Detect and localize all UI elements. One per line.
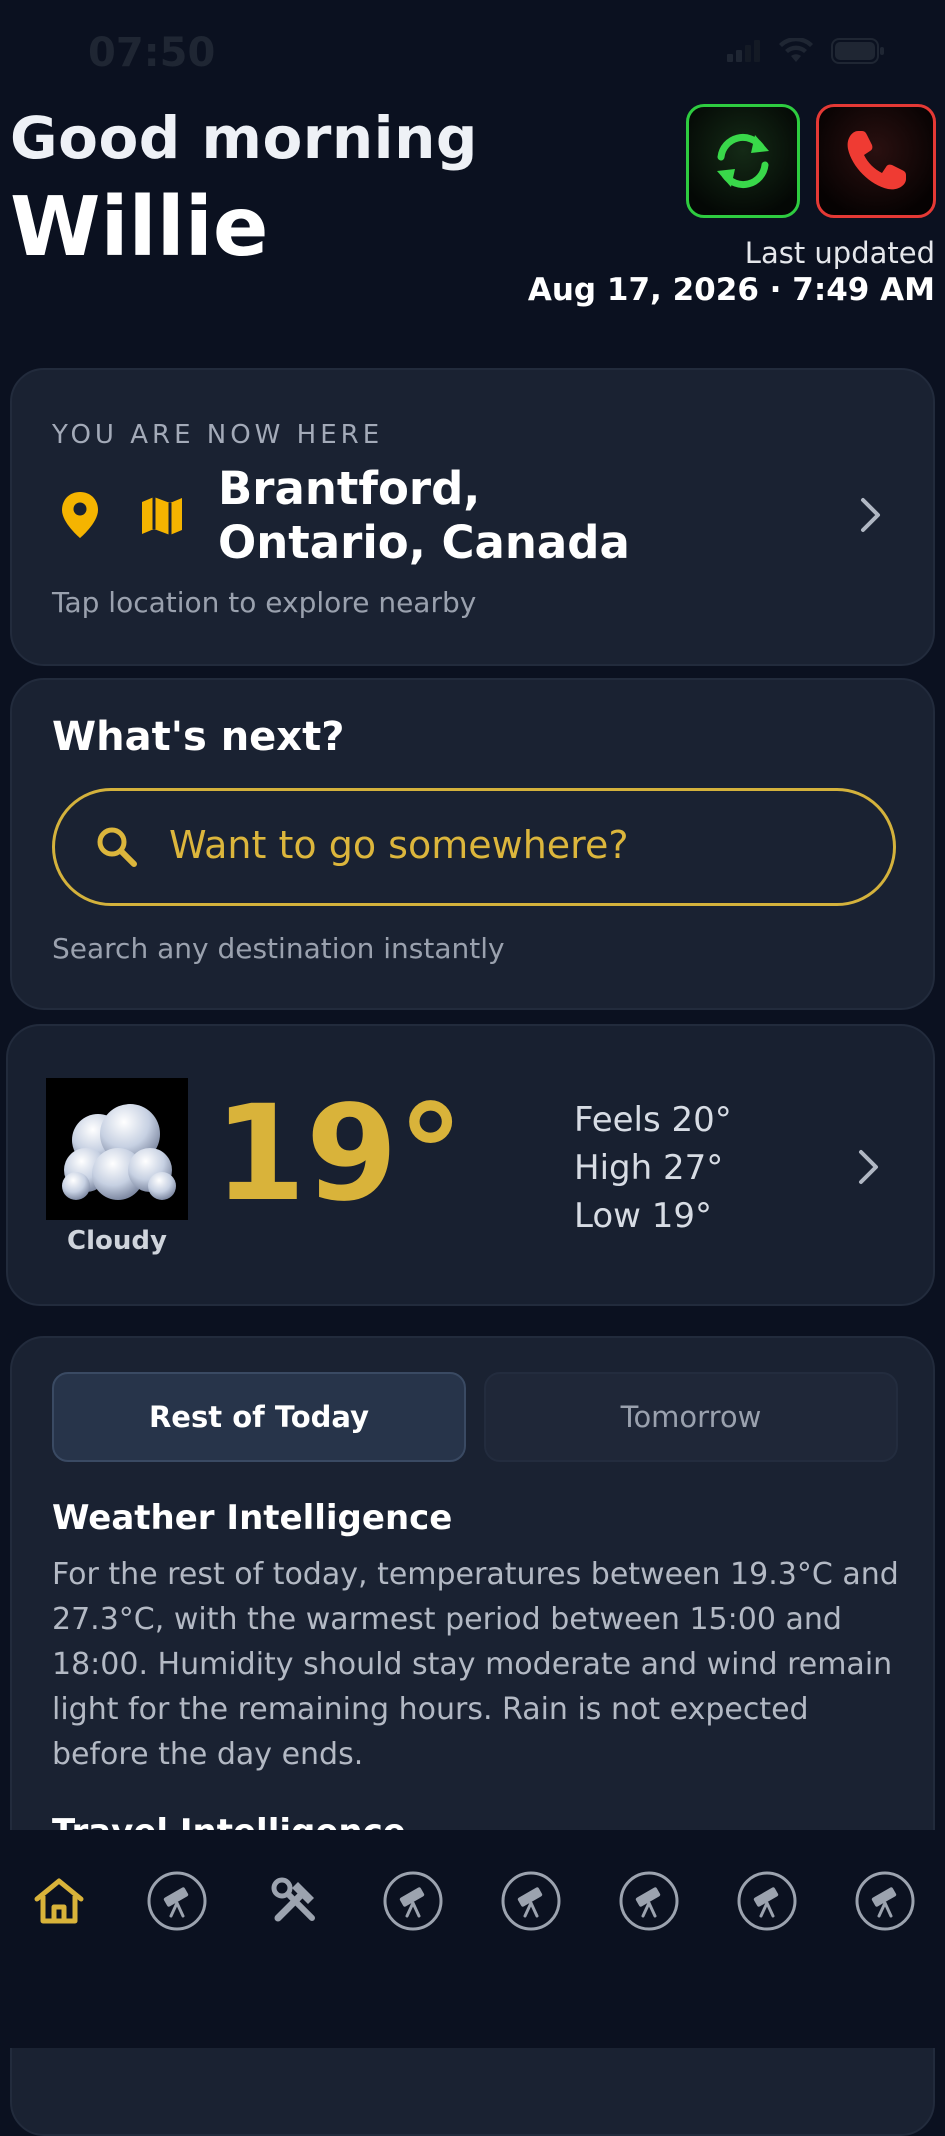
nav-tools[interactable] xyxy=(260,1866,330,1936)
weather-intelligence-title: Weather Intelligence xyxy=(52,1498,453,1538)
status-icons xyxy=(727,38,885,64)
last-updated-value: Aug 17, 2026 · 7:49 AM xyxy=(527,272,935,308)
refresh-icon xyxy=(717,134,769,188)
location-name: Brantford, Ontario, Canada xyxy=(218,462,630,569)
high-temperature: High 27° xyxy=(574,1148,724,1188)
tab-tomorrow[interactable]: Tomorrow xyxy=(484,1372,898,1462)
whats-next-card: What's next? Want to go somewhere? Searc… xyxy=(10,678,935,1010)
location-card[interactable]: YOU ARE NOW HERE Brantford, Ontario, Can… xyxy=(10,368,935,666)
cloudy-icon xyxy=(46,1078,188,1220)
whats-next-title: What's next? xyxy=(52,714,345,760)
location-hint: Tap location to explore nearby xyxy=(52,586,477,619)
chevron-right-icon xyxy=(859,1150,878,1184)
greeting: Good morning xyxy=(10,104,478,172)
last-updated-label: Last updated xyxy=(744,236,935,270)
tools-icon xyxy=(271,1877,315,1922)
weather-card[interactable]: Cloudy 19° Feels 20° High 27° Low 19° xyxy=(6,1024,935,1306)
telescope-icon xyxy=(737,1871,797,1931)
wifi-icon xyxy=(779,38,813,62)
search-icon xyxy=(97,827,137,867)
nav-explore-2[interactable] xyxy=(378,1866,448,1936)
nav-home[interactable] xyxy=(24,1866,94,1936)
search-hint: Search any destination instantly xyxy=(52,932,505,965)
phone-icon xyxy=(847,131,906,190)
battery-icon xyxy=(831,38,884,64)
search-placeholder: Want to go somewhere? xyxy=(169,823,629,867)
home-icon xyxy=(34,1878,84,1924)
nav-explore-5[interactable] xyxy=(732,1866,802,1936)
current-temperature: 19° xyxy=(214,1077,464,1231)
status-bar: 07:50 xyxy=(0,0,945,100)
nav-explore-3[interactable] xyxy=(496,1866,566,1936)
call-button[interactable] xyxy=(816,104,936,218)
nav-explore-4[interactable] xyxy=(614,1866,684,1936)
telescope-icon xyxy=(383,1871,443,1931)
map-pin-icon xyxy=(62,492,98,538)
map-icon xyxy=(142,497,182,535)
location-heading: YOU ARE NOW HERE xyxy=(52,420,384,450)
weather-intelligence-text: For the rest of today, temperatures betw… xyxy=(52,1557,899,1772)
signal-icon xyxy=(727,40,760,62)
telescope-icon xyxy=(147,1871,207,1931)
telescope-icon xyxy=(501,1871,561,1931)
weather-details: Feels 20° High 27° Low 19° xyxy=(574,1096,732,1240)
bottom-nav xyxy=(0,1830,945,2048)
telescope-icon xyxy=(855,1871,915,1931)
status-time: 07:50 xyxy=(88,30,216,76)
nav-explore-1[interactable] xyxy=(142,1866,212,1936)
user-name: Willie xyxy=(10,180,269,275)
refresh-button[interactable] xyxy=(686,104,800,218)
destination-search-input[interactable]: Want to go somewhere? xyxy=(52,788,896,906)
tab-rest-of-today[interactable]: Rest of Today xyxy=(52,1372,466,1462)
chevron-right-icon xyxy=(861,498,880,532)
weather-condition: Cloudy xyxy=(67,1226,167,1256)
nav-explore-6[interactable] xyxy=(850,1866,920,1936)
low-temperature: Low 19° xyxy=(574,1196,713,1236)
feels-like: Feels 20° xyxy=(574,1100,732,1140)
telescope-icon xyxy=(619,1871,679,1931)
